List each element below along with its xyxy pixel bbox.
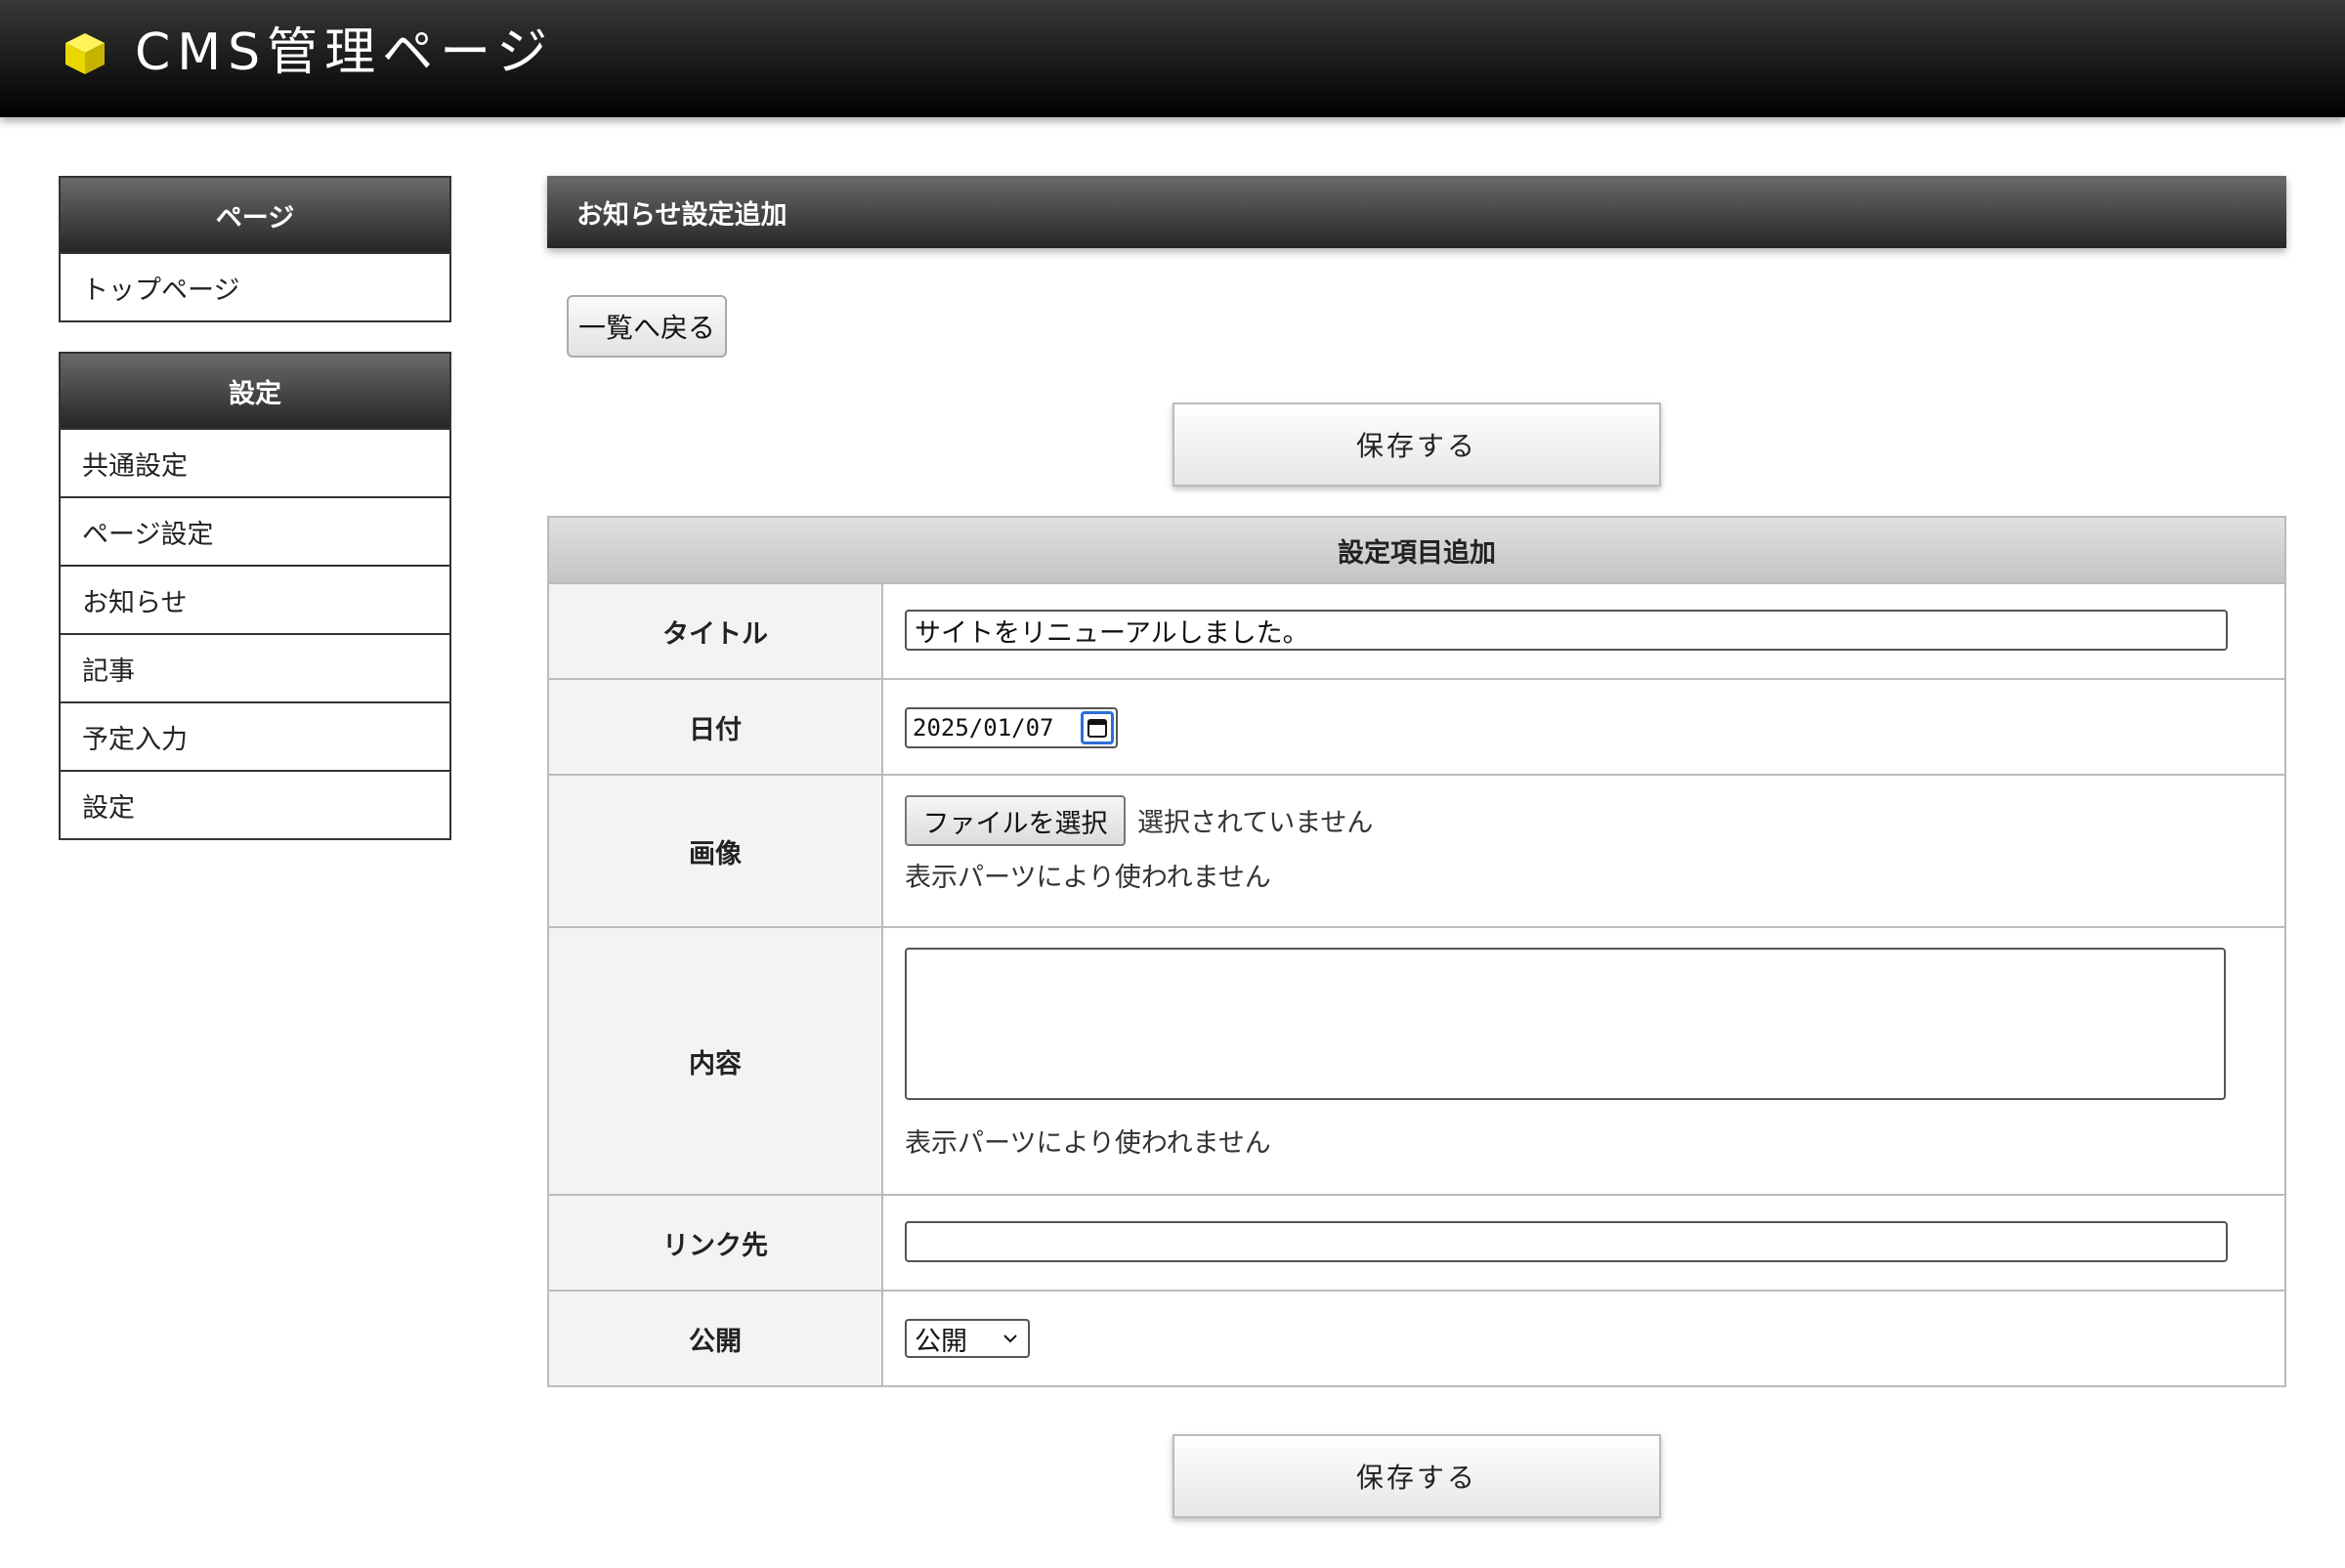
sidebar-item-page-settings[interactable]: ページ設定 [61,498,449,567]
publish-label: 公開 [549,1292,883,1385]
image-cell: ファイルを選択 選択されていません 表示パーツにより使われません [883,776,2284,926]
app-header: CMS管理ページ [0,0,2345,117]
file-status-text: 選択されていません [1137,808,1374,838]
page-title: お知らせ設定追加 [547,176,2286,248]
sidebar-group-page: ページ トップページ [59,176,451,322]
form-heading: 設定項目追加 [549,518,2284,584]
form-row-content: 内容 表示パーツにより使われません [549,928,2284,1196]
calendar-icon[interactable] [1081,711,1114,744]
sidebar-item-label: トップページ [82,275,240,306]
sidebar-item-articles[interactable]: 記事 [61,635,449,703]
sidebar-item-label: 設定 [82,792,135,824]
sidebar-item-label: 記事 [82,656,135,687]
publish-select-value: 公開 [915,1326,967,1357]
sidebar-item-label: ページ設定 [82,519,214,550]
link-input[interactable] [905,1221,2228,1262]
sidebar-item-label: 予定入力 [82,724,188,755]
save-button-bottom[interactable]: 保存する [1172,1434,1661,1518]
content-note: 表示パーツにより使われません [905,1128,1271,1159]
sidebar-heading: ページ [61,178,449,254]
save-button-top[interactable]: 保存する [1172,403,1661,487]
content-label: 内容 [549,928,883,1194]
date-value: 2025/01/07 [913,714,1054,742]
form-row-publish: 公開 公開 [549,1292,2284,1385]
image-label: 画像 [549,776,883,926]
date-input[interactable]: 2025/01/07 [905,707,1118,748]
publish-cell: 公開 [883,1292,2284,1385]
sidebar-item-schedule-input[interactable]: 予定入力 [61,703,449,772]
settings-form: 設定項目追加 タイトル 日付 2025/01/07 画像 ファイルを選 [547,516,2286,1387]
choose-file-button[interactable]: ファイルを選択 [905,795,1126,846]
title-cell [883,584,2284,678]
app-title: CMS管理ページ [135,23,555,82]
image-note: 表示パーツにより使われません [905,863,1271,893]
title-label: タイトル [549,584,883,678]
sidebar-item-top-page[interactable]: トップページ [61,254,449,320]
content-cell: 表示パーツにより使われません [883,928,2284,1194]
title-input[interactable] [905,610,2228,651]
back-to-list-button[interactable]: 一覧へ戻る [567,295,727,358]
sidebar-heading: 設定 [61,354,449,430]
sidebar-item-settings[interactable]: 設定 [61,772,449,838]
date-cell: 2025/01/07 [883,680,2284,774]
sidebar-group-settings: 設定 共通設定 ページ設定 お知らせ 記事 予定入力 設定 [59,352,451,840]
link-cell [883,1196,2284,1290]
sidebar-item-news[interactable]: お知らせ [61,567,449,635]
form-row-image: 画像 ファイルを選択 選択されていません 表示パーツにより使われません [549,776,2284,928]
chevron-down-icon [1003,1335,1017,1343]
link-label: リンク先 [549,1196,883,1290]
form-row-title: タイトル [549,584,2284,680]
sidebar-item-common-settings[interactable]: 共通設定 [61,430,449,498]
form-row-link: リンク先 [549,1196,2284,1292]
publish-select[interactable]: 公開 [905,1319,1030,1358]
date-label: 日付 [549,680,883,774]
sidebar-item-label: 共通設定 [82,450,188,482]
form-row-date: 日付 2025/01/07 [549,680,2284,776]
content-textarea[interactable] [905,948,2226,1100]
sidebar-item-label: お知らせ [82,587,188,618]
yellow-cube-icon [65,33,105,74]
